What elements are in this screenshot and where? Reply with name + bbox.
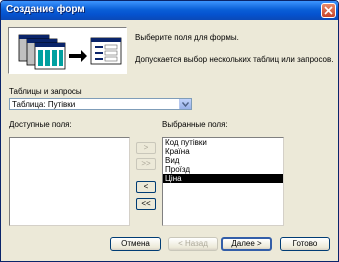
form-wizard-illustration-icon xyxy=(18,34,122,70)
tables-queries-selected-value: Таблица: Путівки xyxy=(12,100,76,109)
combo-dropdown-button[interactable] xyxy=(179,99,191,109)
cancel-button[interactable]: Отмена xyxy=(110,237,161,251)
add-field-button[interactable]: > xyxy=(136,142,156,154)
selected-fields-list[interactable]: Код путівки Країна Вид Проїзд Ціна xyxy=(162,137,284,226)
title-bar[interactable]: Создание форм xyxy=(1,1,338,20)
remove-field-button[interactable]: < xyxy=(136,181,156,193)
form-wizard-dialog: Создание форм Выберите поля для формы. Д… xyxy=(0,0,339,262)
close-icon xyxy=(324,6,333,15)
remove-all-fields-button[interactable]: << xyxy=(136,198,156,210)
list-item[interactable]: Вид xyxy=(163,156,283,165)
list-item[interactable]: Код путівки xyxy=(163,138,283,147)
intro-text-primary: Выберите поля для формы. xyxy=(135,33,239,42)
add-all-fields-button[interactable]: >> xyxy=(136,158,156,170)
list-item-selected[interactable]: Ціна xyxy=(163,174,283,183)
tables-queries-combobox[interactable]: Таблица: Путівки xyxy=(9,98,192,110)
next-button[interactable]: Далее > xyxy=(221,237,272,251)
finish-button[interactable]: Готово xyxy=(280,237,330,251)
window-title: Создание форм xyxy=(6,4,85,15)
intro-text-secondary: Допускается выбор нескольких таблиц или … xyxy=(135,55,334,64)
available-fields-label: Доступные поля: xyxy=(9,120,72,129)
tables-queries-label: Таблицы и запросы xyxy=(9,87,82,96)
list-item[interactable]: Проїзд xyxy=(163,165,283,174)
chevron-down-icon xyxy=(182,102,189,107)
available-fields-list[interactable] xyxy=(9,137,130,226)
wizard-illustration xyxy=(8,27,127,74)
list-item[interactable]: Країна xyxy=(163,147,283,156)
selected-fields-label: Выбранные поля: xyxy=(162,120,228,129)
close-button[interactable] xyxy=(321,3,336,18)
back-button[interactable]: < Назад xyxy=(168,237,218,251)
